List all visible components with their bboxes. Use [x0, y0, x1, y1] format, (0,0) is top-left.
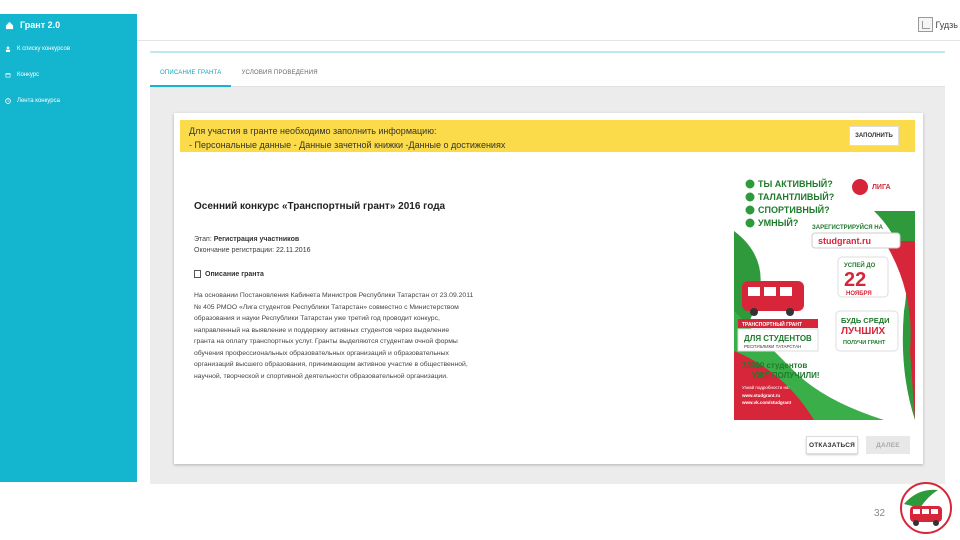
end-label: Окончание регистрации: [194, 247, 275, 254]
sidebar-item-competition[interactable]: Конкурс [0, 62, 137, 88]
stage-value: Регистрация участников [213, 236, 300, 243]
tab-conditions[interactable]: Условия проведения [231, 65, 327, 87]
poster-site: studgrant.ru [818, 236, 871, 246]
competition-stage: Этап: Регистрация участников Окончание р… [194, 234, 310, 256]
poster-link-1: www.studgrant.ru [741, 393, 780, 398]
description-line: направленный на выявление и поддержку ак… [194, 326, 450, 334]
tatarstan-emblem-icon [852, 179, 868, 195]
star-icon [745, 192, 755, 202]
poster-hurry: УСПЕЙ ДО [844, 261, 876, 269]
description-line: На основании Постановления Кабинета Мини… [194, 292, 474, 299]
poster-be-among: БУДЬ СРЕДИ [841, 316, 889, 325]
calendar-icon [5, 73, 11, 78]
fill-in-button[interactable]: ЗАПОЛНИТЬ [849, 126, 899, 146]
tab-grant-description[interactable]: Описание гранта [150, 65, 232, 87]
sidebar-item-label: Лента конкурса [17, 98, 60, 104]
app-brand[interactable]: Грант 2.0 [0, 14, 137, 36]
bus-logo-icon [900, 482, 952, 534]
poster-q1: ТЫ АКТИВНЫЙ? [758, 178, 833, 189]
sidebar-item-competitions[interactable]: К списку конкурсов [0, 36, 137, 62]
description-line: № 405 РМОО «Лига студентов Республики Та… [194, 303, 459, 311]
next-button[interactable]: ДАЛЕЕ [866, 436, 910, 454]
poster-grant-label: ТРАНСПОРТНЫЙ ГРАНТ [742, 320, 802, 328]
poster-best: ЛУЧШИХ [841, 326, 886, 337]
poster-q2: ТАЛАНТЛИВЫЙ? [758, 191, 834, 202]
home-icon [5, 21, 14, 29]
poster-got-grant: ПОЛУЧИ ГРАНТ [843, 340, 886, 346]
liga-logo: ЛИГА [872, 184, 891, 191]
description-heading-text: Описание гранта [205, 270, 264, 278]
sidebar-item-label: К списку конкурсов [17, 46, 71, 52]
poster-q3: СПОРТИВНЫЙ? [758, 204, 830, 215]
tabs: Описание гранта Условия проведения [150, 65, 945, 87]
notice-text: Для участия в гранте необходимо заполнит… [189, 124, 505, 152]
grant-poster: ТЫ АКТИВНЫЙ? ТАЛАНТЛИВЫЙ? СПОРТИВНЫЙ? УМ… [734, 171, 915, 420]
avatar-icon [918, 17, 934, 32]
end-value: 22.11.2016 [275, 247, 311, 254]
sidebar-item-feed[interactable]: Лента конкурса [0, 88, 137, 114]
poster-register: ЗАРЕГИСТРИРУЙСЯ НА [812, 223, 884, 231]
clock-icon [5, 98, 11, 104]
poster-republic: РЕСПУБЛИКИ ТАТАРСТАН [744, 344, 801, 349]
poster-for-students: ДЛЯ СТУДЕНТОВ [744, 334, 812, 343]
description-line: научной, творческой и спортивной деятель… [194, 372, 448, 380]
notice-banner: Для участия в гранте необходимо заполнит… [180, 120, 915, 152]
document-icon [194, 270, 201, 278]
poster-count: 33000 студентов [742, 361, 807, 370]
description-line: обучения профессиональных образовательны… [194, 349, 449, 357]
brain-icon [745, 218, 755, 228]
notice-line-2: - Персональные данные - Данные зачетной … [189, 140, 506, 150]
user-menu[interactable]: Гудзь [918, 17, 958, 32]
ball-icon [745, 205, 755, 215]
action-buttons: ОТКАЗАТЬСЯ ДАЛЕЕ [806, 436, 910, 454]
poster-month: НОЯБРЯ [846, 291, 872, 297]
content-top-border [150, 51, 945, 53]
stage-label: Этап: [194, 236, 212, 243]
description-heading: Описание гранта [194, 270, 264, 278]
competition-title: Осенний конкурс «Транспортный грант» 201… [194, 201, 446, 212]
poster-received: УЖЕ ПОЛУЧИЛИ! [752, 371, 820, 380]
description-line: гранта на оплату транспортных услуг. Гра… [194, 338, 458, 345]
description-line: организаций высшего образования, принима… [194, 361, 468, 368]
header-divider [137, 40, 960, 41]
poster-q4: УМНЫЙ? [758, 217, 798, 228]
user-name: Гудзь [935, 19, 958, 30]
poster-day: 22 [844, 269, 866, 291]
person-icon [5, 46, 11, 52]
page-number: 32 [874, 508, 886, 519]
decline-button[interactable]: ОТКАЗАТЬСЯ [806, 436, 858, 454]
description-text: На основании Постановления Кабинета Мини… [194, 290, 546, 382]
poster-details: Узнай подробности на: [742, 384, 790, 390]
star-icon [745, 179, 755, 189]
description-line: образования и науки Республики Татарстан… [194, 315, 440, 322]
poster-link-2: www.vk.com/studgrant [741, 400, 792, 405]
sidebar: Грант 2.0 К списку конкурсов Конкурс Лен… [0, 14, 137, 482]
sidebar-item-label: Конкурс [17, 72, 40, 78]
app-title: Грант 2.0 [20, 20, 61, 30]
notice-line-1: Для участия в гранте необходимо заполнит… [189, 126, 437, 136]
